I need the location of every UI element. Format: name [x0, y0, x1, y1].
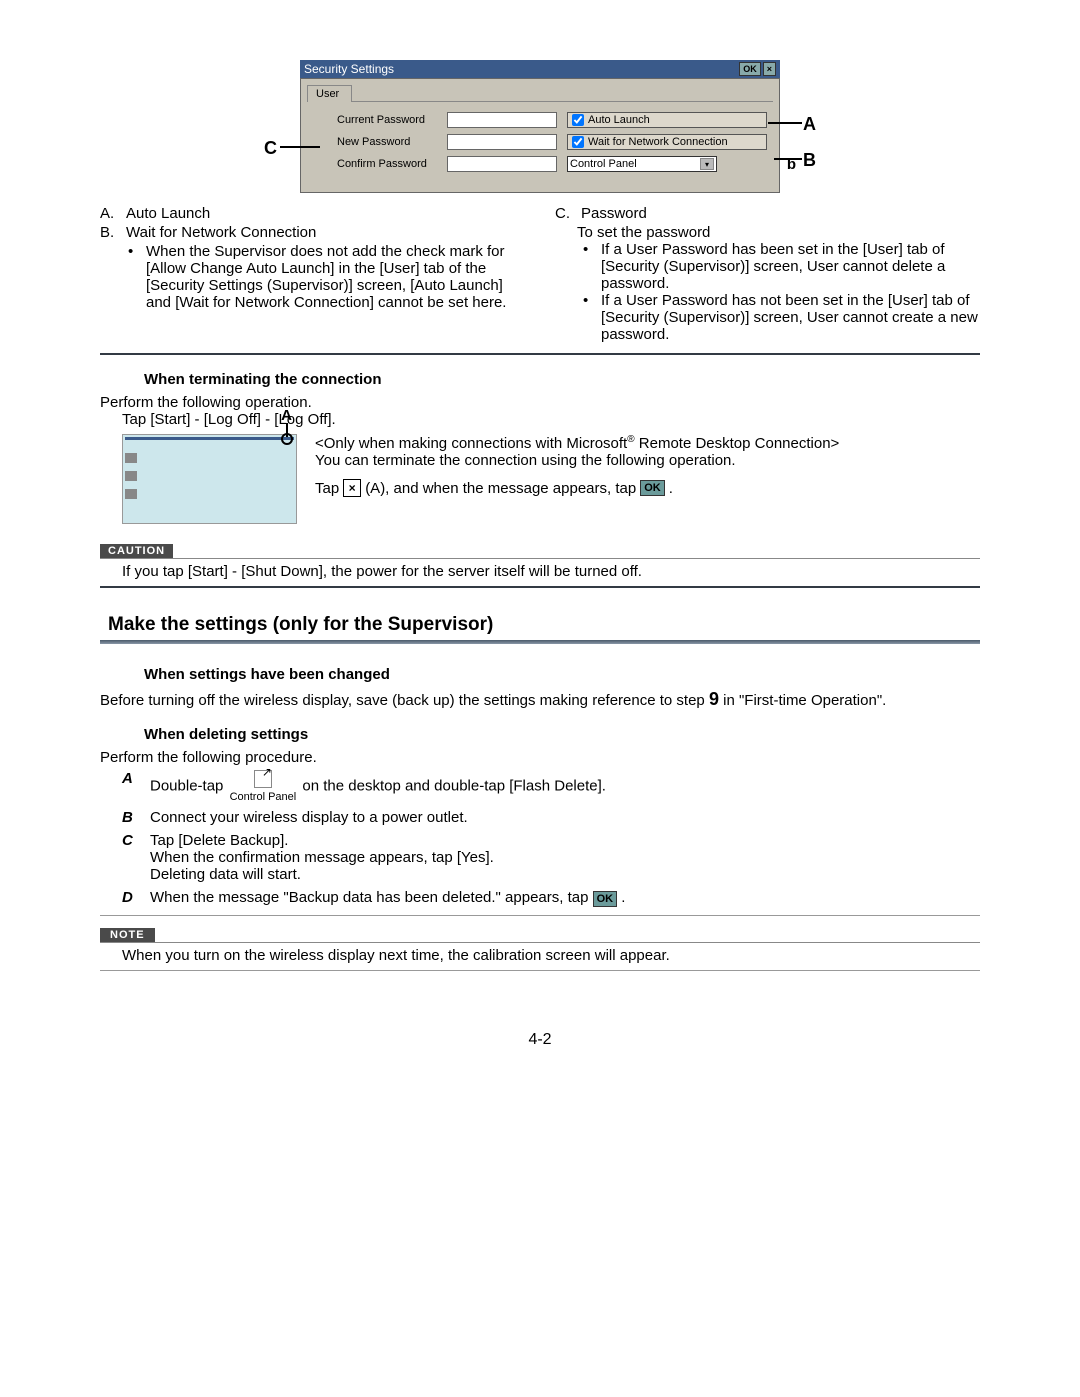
document-page: Security Settings OK × User Current Pass…	[0, 0, 1080, 1397]
ok-icon: OK	[593, 891, 618, 907]
legend-c-sub1: If a User Password has been set in the […	[601, 241, 980, 292]
terminating-heading: When terminating the connection	[100, 355, 980, 394]
legend-columns: A.Auto Launch B.Wait for Network Connect…	[100, 205, 980, 343]
callout-a: A	[803, 114, 816, 135]
legend-b-text: Wait for Network Connection	[126, 224, 316, 241]
changed-heading: When settings have been changed	[100, 650, 980, 689]
control-panel-select[interactable]: Control Panel▾	[567, 156, 717, 172]
deleting-heading: When deleting settings	[100, 710, 980, 749]
deleting-steps: A Double-tap Control Panel on the deskto…	[100, 770, 980, 907]
chevron-down-icon: ▾	[700, 158, 714, 170]
note-label: NOTE	[100, 928, 155, 942]
caution-label: CAUTION	[100, 544, 173, 558]
confirm-password-input[interactable]	[447, 156, 557, 172]
callout-b-lower: b	[787, 156, 796, 173]
callout-c: C	[264, 138, 277, 159]
desktop-screenshot: A	[122, 434, 297, 524]
close-button[interactable]: ×	[763, 62, 776, 76]
remote-desktop-block: <Only when making connections with Micro…	[315, 428, 980, 497]
ok-icon: OK	[640, 480, 665, 496]
screenshot-body: User Current Password New Password Confi…	[300, 78, 780, 193]
callout-a-desktop: A	[281, 407, 292, 424]
close-circle-marker	[281, 433, 293, 445]
registered-symbol: ®	[627, 434, 634, 445]
ok-button[interactable]: OK	[739, 62, 761, 76]
page-number: 4-2	[100, 1031, 980, 1049]
legend-c-intro: To set the password	[577, 224, 710, 241]
legend-a-text: Auto Launch	[126, 205, 210, 222]
section-title: Make the settings (only for the Supervis…	[100, 614, 980, 640]
security-settings-screenshot: Security Settings OK × User Current Pass…	[300, 60, 780, 193]
current-password-input[interactable]	[447, 112, 557, 128]
wait-network-checkbox[interactable]: Wait for Network Connection	[567, 134, 767, 150]
screenshot-titlebar: Security Settings OK ×	[300, 60, 780, 78]
callout-b-upper: B	[803, 150, 816, 171]
new-password-label: New Password	[337, 136, 447, 148]
password-fields: Current Password New Password Confirm Pa…	[337, 112, 557, 178]
options-panel: Auto Launch Wait for Network Connection …	[567, 112, 767, 178]
legend-c-sub2: If a User Password has not been set in t…	[601, 292, 980, 343]
deleting-perform: Perform the following procedure.	[100, 749, 980, 766]
legend-c-text: Password	[581, 205, 647, 222]
terminating-tap: Tap [Start] - [Log Off] - [Log Off].	[100, 411, 980, 428]
control-panel-icon: Control Panel	[228, 770, 299, 803]
caution-text: If you tap [Start] - [Shut Down], the po…	[100, 559, 980, 580]
auto-launch-checkbox[interactable]: Auto Launch	[567, 112, 767, 128]
legend-b-sub: When the Supervisor does not add the che…	[146, 243, 525, 311]
confirm-password-label: Confirm Password	[337, 158, 447, 170]
user-tab[interactable]: User	[307, 85, 352, 102]
note-text: When you turn on the wireless display ne…	[100, 943, 980, 964]
terminating-perform: Perform the following operation.	[100, 394, 980, 411]
x-icon: ×	[343, 479, 361, 497]
current-password-label: Current Password	[337, 114, 447, 126]
new-password-input[interactable]	[447, 134, 557, 150]
changed-text: Before turning off the wireless display,…	[100, 689, 980, 710]
window-title: Security Settings	[304, 62, 394, 76]
